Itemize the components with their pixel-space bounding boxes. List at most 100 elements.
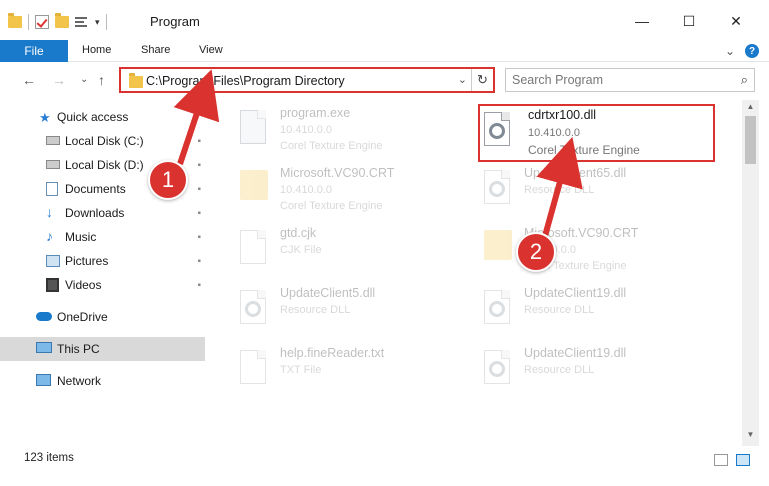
folder-icon[interactable] [8,13,22,28]
file-item[interactable]: UpdateClient19.dll Resource DLL [480,344,720,402]
documents-icon [46,182,58,196]
title-bar: ▾ Program — ☐ ✕ [0,0,769,40]
customize-icon[interactable] [75,15,89,29]
recent-locations-button[interactable]: ⌄ [80,74,88,85]
videos-icon [46,278,59,292]
pin-icon[interactable]: ▪ [197,160,201,171]
sidebar-item-downloads[interactable]: ↓ Downloads ▪ [0,201,205,225]
search-icon[interactable]: ⌕ [741,72,748,88]
refresh-button[interactable]: ↻ [471,69,493,91]
pin-icon[interactable]: ▪ [197,256,201,267]
sidebar-item-pictures[interactable]: Pictures ▪ [0,249,205,273]
step-badge-1: 1 [148,160,188,200]
vertical-scrollbar[interactable]: ▲ ▼ [742,100,759,446]
pc-icon [36,342,52,353]
star-icon: ★ [39,110,51,125]
tab-view[interactable]: View [199,44,223,56]
file-name: UpdateClient5.dll [280,286,376,300]
file-version: TXT File [280,364,322,376]
file-name: program.exe [280,106,351,120]
sidebar-item-label: Local Disk (D:) [65,158,144,172]
tiles-view-icon[interactable] [736,454,750,466]
file-icon [240,230,270,266]
file-version: CJK File [280,244,322,256]
file-version: Resource DLL [524,364,595,376]
sidebar-item-this-pc[interactable]: This PC [0,337,205,361]
tab-home[interactable]: Home [82,44,111,56]
search-box[interactable]: ⌕ [505,68,755,92]
file-name: UpdateClient65.dll [524,166,627,180]
file-item[interactable]: program.exe 10.410.0.0 Corel Texture Eng… [236,104,476,162]
scroll-down-icon[interactable]: ▼ [742,430,759,444]
file-description: Corel Texture Engine [280,140,383,152]
window-title: Program [150,14,200,29]
file-item[interactable]: UpdateClient5.dll Resource DLL [236,284,476,342]
status-bar: 123 items [0,446,769,472]
maximize-button[interactable]: ☐ [678,10,700,32]
pin-icon[interactable]: ▪ [197,280,201,291]
file-name: UpdateClient19.dll [524,286,627,300]
cloud-icon [36,312,52,321]
pin-icon[interactable]: ▪ [197,208,201,219]
help-icon[interactable]: ? [745,44,759,58]
pin-icon[interactable]: ▪ [197,136,201,147]
file-item-highlighted[interactable]: cdrtxr100.dll 10.410.0.0 Corel Texture E… [478,104,715,162]
sidebar-item-music[interactable]: ♪ Music ▪ [0,225,205,249]
file-item[interactable]: gtd.cjk CJK File [236,224,476,282]
file-version: Resource DLL [524,184,595,196]
file-name: UpdateClient19.dll [524,346,627,360]
navigation-pane: ★ Quick access Local Disk (C:) ▪ Local D… [0,100,207,446]
scrollbar-thumb[interactable] [745,116,756,164]
forward-button[interactable]: → [52,72,66,88]
search-input[interactable] [512,72,722,88]
details-view-icon[interactable] [714,454,728,466]
drive-icon [46,160,60,169]
file-item[interactable]: help.fineReader.txt TXT File [236,344,476,402]
sidebar-item-label: Videos [65,278,102,292]
network-icon [36,374,51,386]
divider [28,14,29,30]
item-count: 123 items [24,452,74,464]
folder-icon [240,170,270,206]
pin-icon[interactable]: ▪ [197,232,201,243]
address-bar[interactable]: C:\Program Files\Program Directory ⌄ ↻ [119,67,495,93]
tab-share[interactable]: Share [141,44,170,56]
properties-check-icon[interactable] [35,15,49,29]
scroll-up-icon[interactable]: ▲ [742,102,759,116]
back-button[interactable]: ← [22,72,36,88]
sidebar-item-onedrive[interactable]: OneDrive [0,305,205,329]
file-name: gtd.cjk [280,226,317,240]
step-badge-2: 2 [516,232,556,272]
sidebar-item-label: Music [65,230,97,244]
sidebar-item-label: OneDrive [57,310,108,324]
tab-file[interactable]: File [0,40,68,62]
file-item[interactable]: UpdateClient65.dll Resource DLL [480,164,720,222]
sidebar-item-label: Pictures [65,254,109,268]
dll-gear-icon [484,290,514,326]
up-button[interactable]: ↑ [98,72,105,88]
file-version: Resource DLL [280,304,351,316]
file-name: help.fineReader.txt [280,346,385,360]
file-version: Resource DLL [524,304,595,316]
expand-ribbon-icon[interactable]: ⌄ [725,44,735,58]
file-item[interactable]: UpdateClient19.dll Resource DLL [480,284,720,342]
pictures-icon [46,255,60,267]
sidebar-item-local-disk-c[interactable]: Local Disk (C:) ▪ [0,129,205,153]
address-path[interactable]: C:\Program Files\Program Directory [146,74,345,88]
exe-icon [240,110,270,146]
file-item[interactable]: Microsoft.VC90.CRT 10.410.0.0 Corel Text… [236,164,476,222]
dll-gear-icon [484,112,514,148]
qat-dropdown-icon[interactable]: ▾ [95,17,100,28]
close-button[interactable]: ✕ [725,10,747,32]
new-folder-icon[interactable] [55,13,69,28]
sidebar-item-network[interactable]: Network [0,369,205,393]
sidebar-item-videos[interactable]: Videos ▪ [0,273,205,297]
sidebar-item-quick-access[interactable]: ★ Quick access [0,105,205,129]
address-dropdown-icon[interactable]: ⌄ [458,73,467,86]
minimize-button[interactable]: — [631,10,653,32]
music-icon: ♪ [46,228,53,244]
dll-gear-icon [484,350,514,386]
file-icon [240,350,270,386]
pin-icon[interactable]: ▪ [197,184,201,195]
sidebar-item-label: This PC [57,342,100,356]
